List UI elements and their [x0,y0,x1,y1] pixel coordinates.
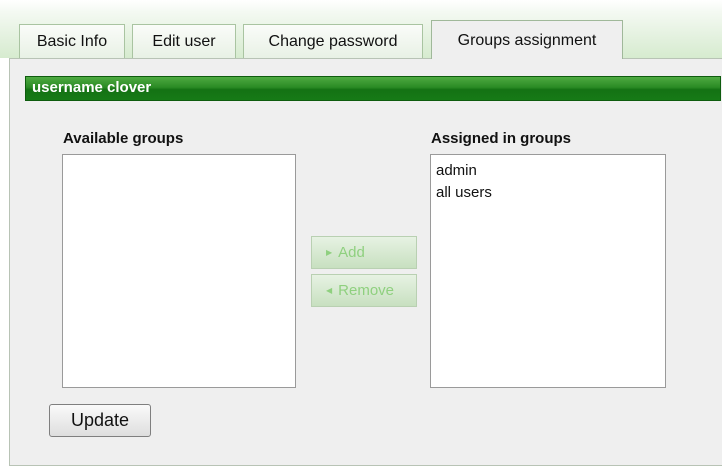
assigned-group-list-item[interactable]: admin [431,161,665,183]
tab-basic-info[interactable]: Basic Info [19,24,125,58]
available-groups-label: Available groups [63,130,184,147]
update-button[interactable]: Update [49,404,151,437]
assigned-group-list-item[interactable]: all users [431,183,665,205]
groups-assignment-panel: username clover Available groups Assigne… [9,58,722,466]
available-groups-listbox[interactable] [62,154,296,388]
arrow-right-icon: ▶ [326,248,333,257]
tab-bar: Basic Info Edit user Change password Gro… [0,0,722,59]
remove-button[interactable]: ◀ Remove [311,274,417,307]
arrow-left-icon: ◀ [326,286,333,295]
remove-button-label: Remove [338,282,395,299]
tab-change-password[interactable]: Change password [243,24,423,58]
assigned-groups-listbox[interactable]: admin all users [430,154,666,388]
add-button[interactable]: ▶ Add [311,236,417,269]
tab-edit-user[interactable]: Edit user [132,24,236,58]
tab-groups-assignment[interactable]: Groups assignment [431,20,623,59]
assigned-groups-label: Assigned in groups [431,130,572,147]
add-button-label: Add [338,244,365,261]
user-header-bar: username clover [25,76,721,101]
